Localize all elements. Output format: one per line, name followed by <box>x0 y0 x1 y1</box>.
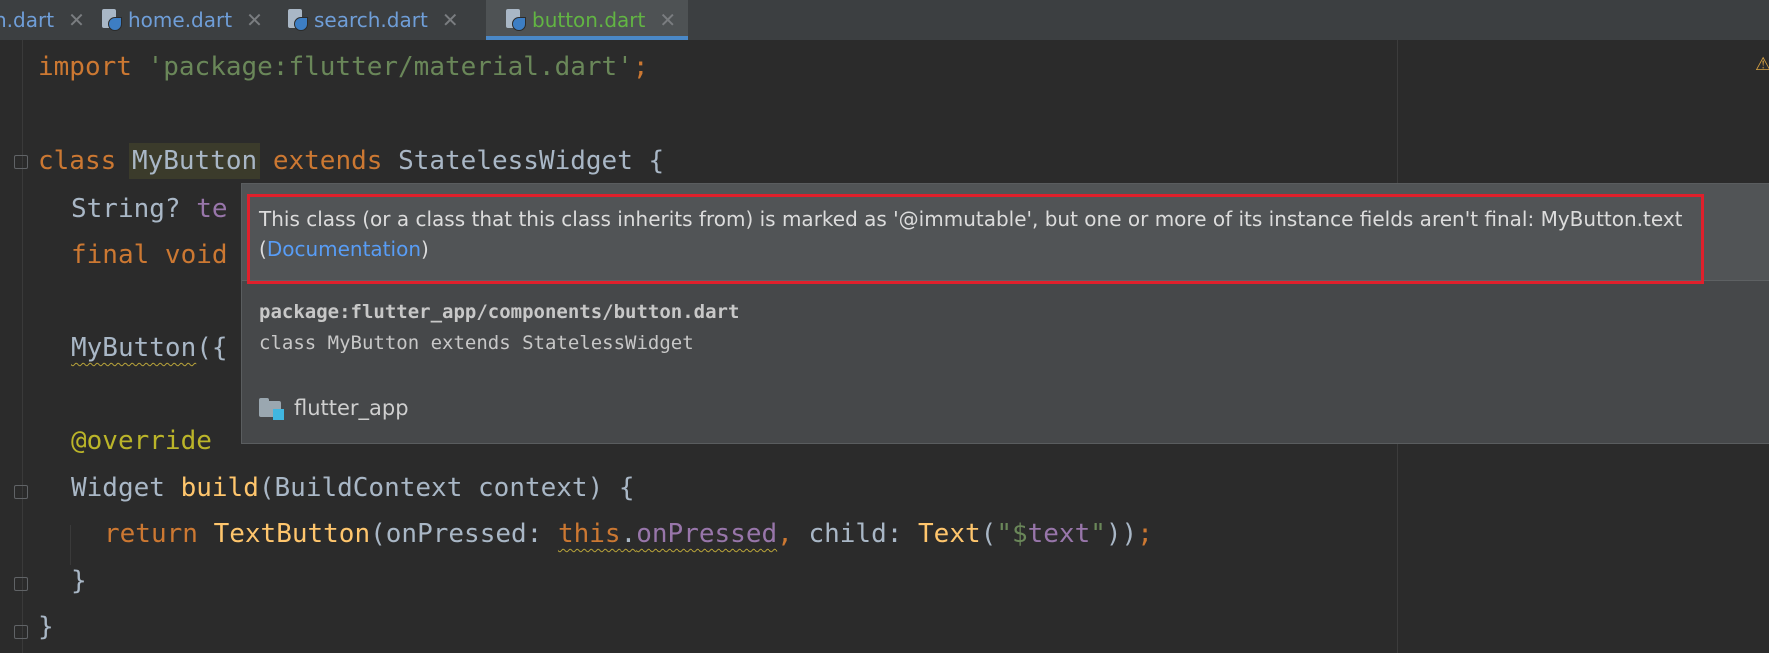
tab-search-dart[interactable]: search.dart ✕ <box>286 0 459 40</box>
tab-button-dart[interactable]: button.dart ✕ <box>486 0 688 40</box>
constructor-name: MyButton <box>71 333 197 363</box>
semicolon: ; <box>632 52 649 82</box>
close-icon[interactable]: ✕ <box>246 8 263 32</box>
code-line-7[interactable]: MyButton({ <box>71 330 228 366</box>
annotation-at: @ <box>71 426 87 456</box>
field-ref: onPressed <box>636 519 778 549</box>
documentation-link[interactable]: Documentation <box>267 237 421 261</box>
code-line-13[interactable]: } <box>38 609 54 645</box>
fold-marker-icon[interactable] <box>14 155 28 169</box>
folder-module-icon <box>259 397 285 420</box>
brace: } <box>38 612 54 642</box>
keyword-this: this <box>557 519 621 549</box>
dart-file-icon <box>100 9 122 31</box>
warning-icon[interactable]: ⚠ <box>1755 54 1769 75</box>
code-line-12[interactable]: } <box>71 563 87 599</box>
package-path: package:flutter_app/components/button.da… <box>259 301 740 323</box>
class-name: MyButton <box>131 146 258 176</box>
doc-paren: ( <box>259 237 267 261</box>
message-text: This class (or a class that this class i… <box>259 207 1683 231</box>
comma: , <box>777 519 793 549</box>
dot: . <box>620 519 637 549</box>
module-name: flutter_app <box>294 396 409 420</box>
brace: { <box>632 146 665 176</box>
code-line-10[interactable]: Widget build(BuildContext context) { <box>71 470 635 506</box>
code-line-3[interactable]: class MyButton extends StatelessWidget { <box>38 143 664 179</box>
tab-label: n.dart <box>0 8 55 32</box>
tab-label: home.dart <box>128 8 233 32</box>
dart-file-icon <box>286 9 308 31</box>
close-icon[interactable]: ✕ <box>659 8 676 32</box>
tab-home-dart[interactable]: home.dart ✕ <box>100 0 263 40</box>
inspection-popup: This class (or a class that this class i… <box>241 183 1769 444</box>
paren: ( <box>980 519 997 549</box>
params: (BuildContext context) { <box>258 473 635 503</box>
keyword: return <box>104 519 214 549</box>
indent-guide <box>70 525 71 565</box>
annotation: override <box>86 426 212 456</box>
interpolated-var: text <box>1027 519 1091 549</box>
code-line-11[interactable]: return TextButton(onPressed: this.onPres… <box>104 516 1153 552</box>
function-call: Text <box>918 519 981 549</box>
field-name: te <box>196 194 228 224</box>
module-info[interactable]: flutter_app <box>259 396 409 420</box>
paren: ({ <box>196 333 228 363</box>
close-icon[interactable]: ✕ <box>68 8 85 32</box>
code-line-4[interactable]: String? te <box>71 191 228 227</box>
keyword: final void <box>71 240 228 270</box>
code-line-9[interactable]: @override <box>71 423 212 459</box>
editor-tab-bar: n.dart ✕ home.dart ✕ search.dart ✕ butto… <box>0 0 1769 41</box>
string-literal: 'package:flutter/material.dart' <box>147 52 633 82</box>
args: child: <box>792 519 919 549</box>
string-literal: " <box>1090 519 1106 549</box>
type: String? <box>71 194 197 224</box>
fold-marker-icon[interactable] <box>14 625 28 639</box>
keyword: import <box>38 52 132 82</box>
keyword: class <box>38 146 117 176</box>
brace: } <box>71 566 87 596</box>
code-line-1[interactable]: import 'package:flutter/material.dart'; <box>38 49 649 85</box>
semicolon: ; <box>1137 519 1153 549</box>
function-call: TextButton <box>213 519 371 549</box>
warning-message: This class (or a class that this class i… <box>259 204 1699 264</box>
method-name: build <box>180 473 259 503</box>
tab-label: button.dart <box>532 8 646 32</box>
string-literal: "$ <box>996 519 1028 549</box>
tab-label: search.dart <box>314 8 428 32</box>
class-declaration: class MyButton extends StatelessWidget <box>259 332 694 354</box>
fold-marker-icon[interactable] <box>14 485 28 499</box>
doc-paren: ) <box>421 237 429 261</box>
keyword: extends <box>272 146 383 176</box>
dart-file-icon <box>504 9 526 31</box>
code-line-5[interactable]: final void <box>71 237 228 273</box>
type: Widget <box>71 473 181 503</box>
close-icon[interactable]: ✕ <box>442 8 459 32</box>
paren: )) <box>1105 519 1138 549</box>
fold-marker-icon[interactable] <box>14 577 28 591</box>
gutter-divider <box>22 40 23 653</box>
parent-class: StatelessWidget <box>398 146 633 176</box>
tab-n-dart[interactable]: n.dart ✕ <box>0 0 85 40</box>
args: (onPressed: <box>370 519 558 549</box>
